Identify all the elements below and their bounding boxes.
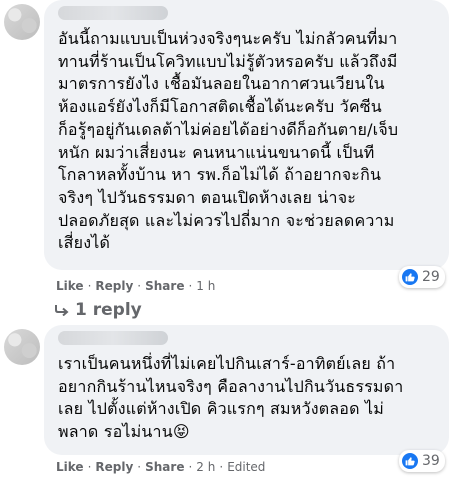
timestamp[interactable]: 2 h (196, 460, 215, 474)
commenter-name[interactable] (58, 6, 168, 20)
reply-button[interactable]: Reply (95, 460, 133, 474)
reaction-count[interactable]: 39 (399, 450, 445, 472)
separator: · (137, 279, 142, 293)
avatar[interactable] (4, 329, 40, 365)
share-button[interactable]: Share (145, 460, 184, 474)
separator: · (188, 279, 193, 293)
separator: · (87, 460, 92, 474)
avatar[interactable] (4, 4, 40, 40)
separator: · (188, 460, 193, 474)
separator: · (87, 279, 92, 293)
like-button[interactable]: Like (56, 460, 84, 474)
comment-text: อันนี้ถามแบบเป็นห่วงจริงๆนะครับ ไม่กลัวค… (58, 29, 399, 253)
like-button[interactable]: Like (56, 279, 84, 293)
reaction-count[interactable]: 29 (399, 266, 445, 288)
comment-bubble: อันนี้ถามแบบเป็นห่วงจริงๆนะครับ ไม่กลัวค… (44, 0, 449, 270)
comment-text: เราเป็นคนหนึ่งที่ไม่เคยไปกินเสาร์-อาทิตย… (58, 354, 404, 442)
reply-arrow-icon (55, 305, 69, 316)
comment-bubble: เราเป็นคนหนึ่งที่ไม่เคยไปกินเสาร์-อาทิตย… (44, 325, 449, 455)
view-replies-link[interactable]: 1 reply (55, 300, 142, 320)
timestamp[interactable]: 1 h (196, 279, 215, 293)
comment-actions: Like · Reply · Share · 2 h · Edited (56, 460, 265, 474)
reaction-number: 39 (422, 453, 440, 469)
separator: · (219, 460, 224, 474)
replies-count-label: 1 reply (75, 300, 142, 320)
commenter-name[interactable] (58, 331, 168, 345)
reply-button[interactable]: Reply (95, 279, 133, 293)
separator: · (137, 460, 142, 474)
edited-label[interactable]: Edited (227, 460, 265, 474)
thumbs-up-icon (402, 269, 418, 285)
comment-actions: Like · Reply · Share · 1 h (56, 279, 215, 293)
reaction-number: 29 (422, 269, 440, 285)
share-button[interactable]: Share (145, 279, 184, 293)
thumbs-up-icon (402, 453, 418, 469)
